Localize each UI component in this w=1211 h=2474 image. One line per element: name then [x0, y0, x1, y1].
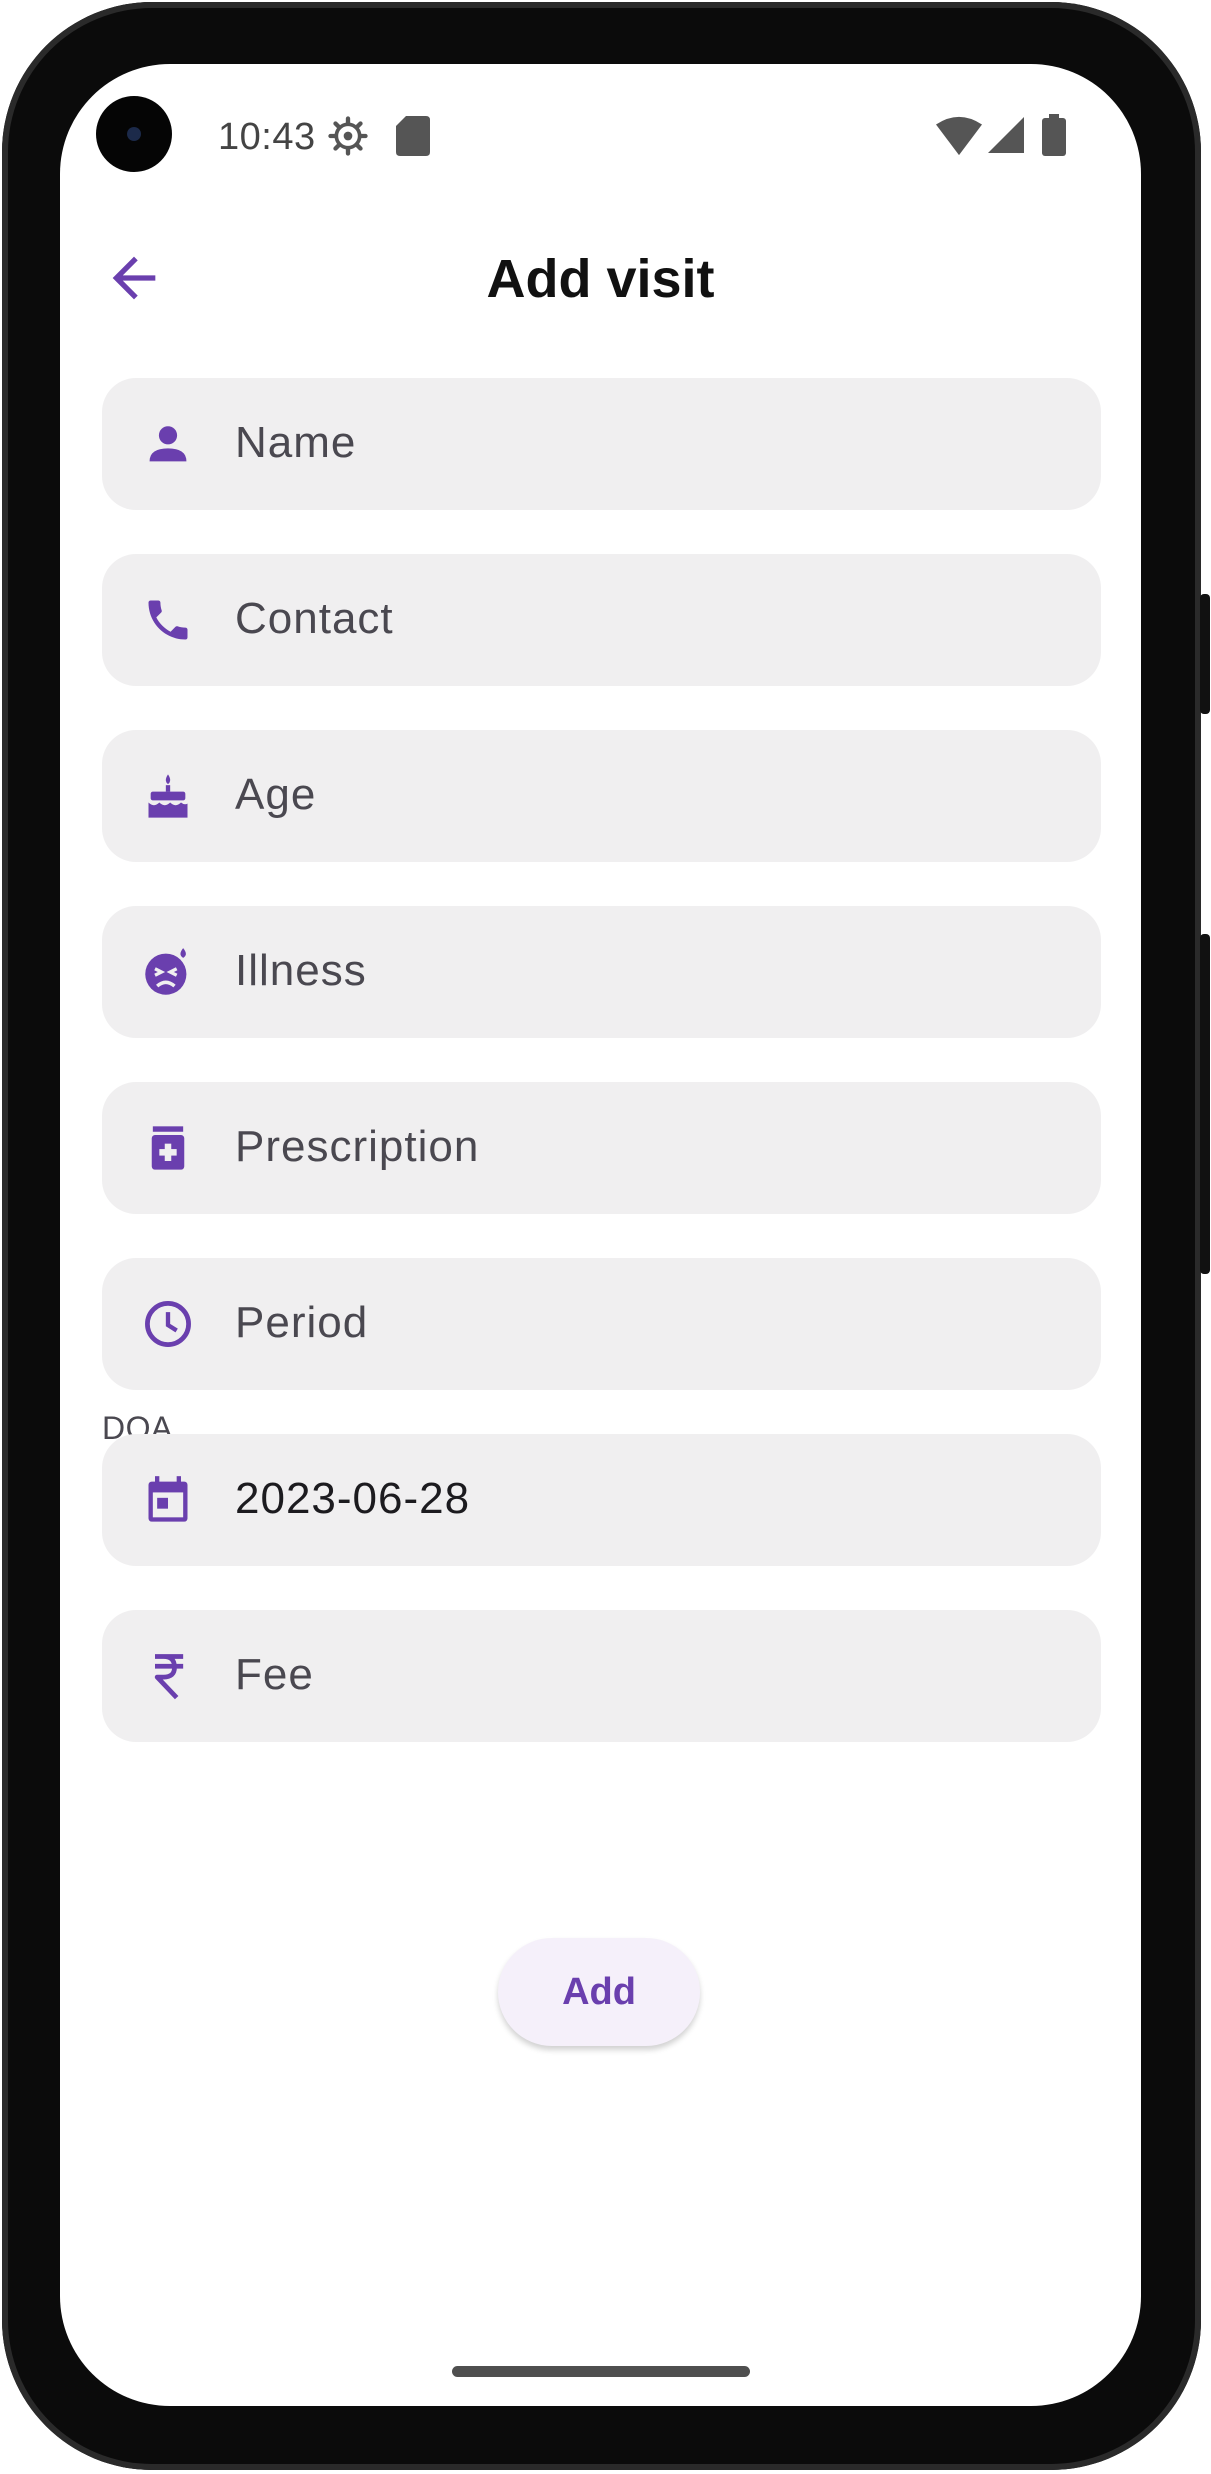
doa-field[interactable]: 2023-06-28	[102, 1434, 1101, 1566]
doa-value: 2023-06-28	[235, 1474, 471, 1523]
wifi-icon	[936, 116, 982, 156]
period-placeholder: Period	[235, 1298, 369, 1347]
cake-icon	[148, 774, 188, 818]
battery-icon	[1042, 114, 1066, 156]
illness-placeholder: Illness	[235, 946, 367, 995]
period-field[interactable]: Period	[102, 1258, 1101, 1390]
age-field[interactable]: Age	[102, 730, 1101, 862]
settings-icon	[328, 116, 368, 156]
illness-field[interactable]: Illness	[102, 906, 1101, 1038]
calendar-icon	[148, 1476, 188, 1522]
age-placeholder: Age	[235, 770, 317, 819]
prescription-placeholder: Prescription	[235, 1122, 480, 1171]
power-button	[1200, 594, 1210, 714]
name-field[interactable]: Name	[102, 378, 1101, 510]
front-camera	[96, 96, 172, 172]
fee-placeholder: Fee	[235, 1650, 314, 1699]
page-title: Add visit	[486, 249, 715, 309]
add-button[interactable]: Add	[498, 1938, 700, 2046]
phone-icon	[148, 600, 188, 640]
status-time: 10:43	[218, 116, 316, 158]
clock-icon	[145, 1301, 191, 1347]
signal-icon	[988, 117, 1024, 153]
screen: 10:43 Add visit Name Contact Age Illness…	[60, 64, 1141, 2406]
volume-button	[1200, 934, 1210, 1274]
prescription-field[interactable]: Prescription	[102, 1082, 1101, 1214]
name-placeholder: Name	[235, 418, 357, 467]
medication-icon	[151, 1126, 185, 1170]
sick-face-icon	[145, 948, 187, 995]
rupee-icon	[154, 1654, 184, 1700]
phone-frame: 10:43 Add visit Name Contact Age Illness…	[0, 0, 1211, 2474]
gesture-home-bar[interactable]	[452, 2366, 750, 2377]
sd-card-icon	[396, 116, 430, 156]
contact-placeholder: Contact	[235, 594, 394, 643]
contact-field[interactable]: Contact	[102, 554, 1101, 686]
fee-field[interactable]: Fee	[102, 1610, 1101, 1742]
person-icon	[149, 426, 187, 462]
